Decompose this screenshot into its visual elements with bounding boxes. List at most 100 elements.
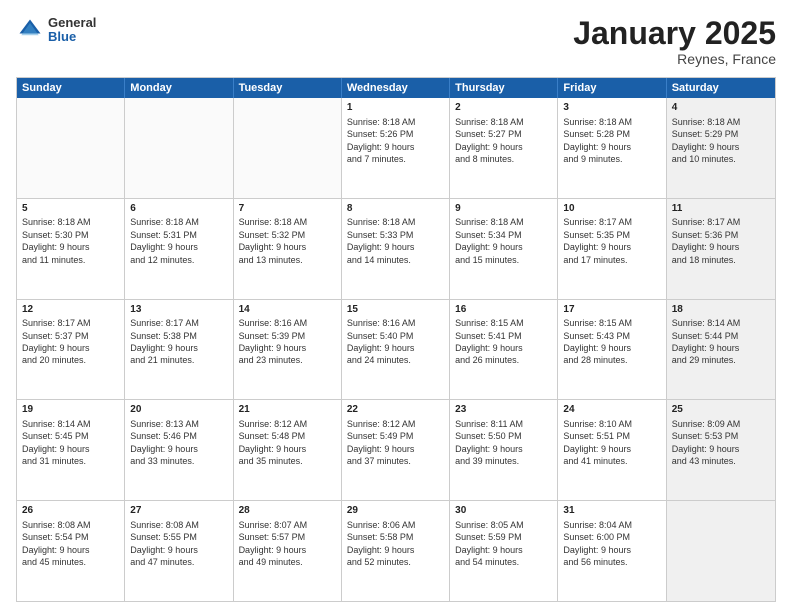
logo-icon [16, 16, 44, 44]
weekday-header: Sunday [17, 78, 125, 98]
cell-info: Sunrise: 8:12 AMSunset: 5:48 PMDaylight:… [239, 418, 336, 468]
cell-info: Sunrise: 8:18 AMSunset: 5:27 PMDaylight:… [455, 116, 552, 166]
calendar-cell: 17Sunrise: 8:15 AMSunset: 5:43 PMDayligh… [558, 300, 666, 400]
logo: General Blue [16, 16, 96, 45]
cell-info: Sunrise: 8:18 AMSunset: 5:33 PMDaylight:… [347, 216, 444, 266]
day-number: 25 [672, 403, 770, 417]
day-number: 12 [22, 303, 119, 317]
calendar-row: 12Sunrise: 8:17 AMSunset: 5:37 PMDayligh… [17, 299, 775, 400]
calendar-cell [17, 98, 125, 198]
calendar-cell: 11Sunrise: 8:17 AMSunset: 5:36 PMDayligh… [667, 199, 775, 299]
day-number: 31 [563, 504, 660, 518]
cell-info: Sunrise: 8:04 AMSunset: 6:00 PMDaylight:… [563, 519, 660, 569]
calendar-cell: 27Sunrise: 8:08 AMSunset: 5:55 PMDayligh… [125, 501, 233, 601]
calendar-cell: 21Sunrise: 8:12 AMSunset: 5:48 PMDayligh… [234, 400, 342, 500]
cell-info: Sunrise: 8:11 AMSunset: 5:50 PMDaylight:… [455, 418, 552, 468]
cell-info: Sunrise: 8:08 AMSunset: 5:54 PMDaylight:… [22, 519, 119, 569]
day-number: 13 [130, 303, 227, 317]
cell-info: Sunrise: 8:13 AMSunset: 5:46 PMDaylight:… [130, 418, 227, 468]
calendar-cell: 29Sunrise: 8:06 AMSunset: 5:58 PMDayligh… [342, 501, 450, 601]
day-number: 26 [22, 504, 119, 518]
weekday-header: Monday [125, 78, 233, 98]
weekday-header: Saturday [667, 78, 775, 98]
calendar-body: 1Sunrise: 8:18 AMSunset: 5:26 PMDaylight… [17, 98, 775, 601]
calendar-cell: 6Sunrise: 8:18 AMSunset: 5:31 PMDaylight… [125, 199, 233, 299]
cell-info: Sunrise: 8:14 AMSunset: 5:44 PMDaylight:… [672, 317, 770, 367]
calendar-cell: 23Sunrise: 8:11 AMSunset: 5:50 PMDayligh… [450, 400, 558, 500]
cell-info: Sunrise: 8:15 AMSunset: 5:43 PMDaylight:… [563, 317, 660, 367]
day-number: 9 [455, 202, 552, 216]
title-block: January 2025 Reynes, France [573, 16, 776, 67]
cell-info: Sunrise: 8:18 AMSunset: 5:26 PMDaylight:… [347, 116, 444, 166]
calendar-cell: 20Sunrise: 8:13 AMSunset: 5:46 PMDayligh… [125, 400, 233, 500]
calendar-cell: 26Sunrise: 8:08 AMSunset: 5:54 PMDayligh… [17, 501, 125, 601]
cell-info: Sunrise: 8:10 AMSunset: 5:51 PMDaylight:… [563, 418, 660, 468]
calendar-cell: 13Sunrise: 8:17 AMSunset: 5:38 PMDayligh… [125, 300, 233, 400]
calendar-cell: 7Sunrise: 8:18 AMSunset: 5:32 PMDaylight… [234, 199, 342, 299]
day-number: 23 [455, 403, 552, 417]
cell-info: Sunrise: 8:18 AMSunset: 5:32 PMDaylight:… [239, 216, 336, 266]
header: General Blue January 2025 Reynes, France [16, 16, 776, 67]
day-number: 30 [455, 504, 552, 518]
calendar-cell: 31Sunrise: 8:04 AMSunset: 6:00 PMDayligh… [558, 501, 666, 601]
day-number: 16 [455, 303, 552, 317]
day-number: 8 [347, 202, 444, 216]
weekday-header: Tuesday [234, 78, 342, 98]
weekday-header: Wednesday [342, 78, 450, 98]
cell-info: Sunrise: 8:18 AMSunset: 5:29 PMDaylight:… [672, 116, 770, 166]
cell-info: Sunrise: 8:12 AMSunset: 5:49 PMDaylight:… [347, 418, 444, 468]
calendar-row: 1Sunrise: 8:18 AMSunset: 5:26 PMDaylight… [17, 98, 775, 198]
day-number: 27 [130, 504, 227, 518]
cell-info: Sunrise: 8:08 AMSunset: 5:55 PMDaylight:… [130, 519, 227, 569]
calendar-cell [125, 98, 233, 198]
calendar-row: 5Sunrise: 8:18 AMSunset: 5:30 PMDaylight… [17, 198, 775, 299]
cell-info: Sunrise: 8:06 AMSunset: 5:58 PMDaylight:… [347, 519, 444, 569]
cell-info: Sunrise: 8:17 AMSunset: 5:35 PMDaylight:… [563, 216, 660, 266]
day-number: 5 [22, 202, 119, 216]
calendar-cell: 14Sunrise: 8:16 AMSunset: 5:39 PMDayligh… [234, 300, 342, 400]
weekday-header: Friday [558, 78, 666, 98]
calendar-header: SundayMondayTuesdayWednesdayThursdayFrid… [17, 78, 775, 98]
logo-blue-text: Blue [48, 30, 96, 44]
cell-info: Sunrise: 8:17 AMSunset: 5:37 PMDaylight:… [22, 317, 119, 367]
day-number: 29 [347, 504, 444, 518]
calendar-cell: 30Sunrise: 8:05 AMSunset: 5:59 PMDayligh… [450, 501, 558, 601]
calendar-cell: 1Sunrise: 8:18 AMSunset: 5:26 PMDaylight… [342, 98, 450, 198]
day-number: 14 [239, 303, 336, 317]
calendar-cell: 18Sunrise: 8:14 AMSunset: 5:44 PMDayligh… [667, 300, 775, 400]
calendar-cell: 3Sunrise: 8:18 AMSunset: 5:28 PMDaylight… [558, 98, 666, 198]
calendar-cell: 8Sunrise: 8:18 AMSunset: 5:33 PMDaylight… [342, 199, 450, 299]
cell-info: Sunrise: 8:17 AMSunset: 5:38 PMDaylight:… [130, 317, 227, 367]
calendar-cell: 2Sunrise: 8:18 AMSunset: 5:27 PMDaylight… [450, 98, 558, 198]
cell-info: Sunrise: 8:18 AMSunset: 5:30 PMDaylight:… [22, 216, 119, 266]
day-number: 19 [22, 403, 119, 417]
calendar-cell: 16Sunrise: 8:15 AMSunset: 5:41 PMDayligh… [450, 300, 558, 400]
day-number: 2 [455, 101, 552, 115]
calendar-cell: 28Sunrise: 8:07 AMSunset: 5:57 PMDayligh… [234, 501, 342, 601]
cell-info: Sunrise: 8:05 AMSunset: 5:59 PMDaylight:… [455, 519, 552, 569]
cell-info: Sunrise: 8:16 AMSunset: 5:40 PMDaylight:… [347, 317, 444, 367]
cell-info: Sunrise: 8:16 AMSunset: 5:39 PMDaylight:… [239, 317, 336, 367]
cell-info: Sunrise: 8:18 AMSunset: 5:28 PMDaylight:… [563, 116, 660, 166]
calendar-cell: 4Sunrise: 8:18 AMSunset: 5:29 PMDaylight… [667, 98, 775, 198]
calendar-cell: 10Sunrise: 8:17 AMSunset: 5:35 PMDayligh… [558, 199, 666, 299]
day-number: 11 [672, 202, 770, 216]
calendar: SundayMondayTuesdayWednesdayThursdayFrid… [16, 77, 776, 602]
day-number: 21 [239, 403, 336, 417]
day-number: 22 [347, 403, 444, 417]
day-number: 3 [563, 101, 660, 115]
month-title: January 2025 [573, 16, 776, 51]
calendar-cell: 25Sunrise: 8:09 AMSunset: 5:53 PMDayligh… [667, 400, 775, 500]
calendar-cell: 24Sunrise: 8:10 AMSunset: 5:51 PMDayligh… [558, 400, 666, 500]
day-number: 1 [347, 101, 444, 115]
calendar-cell: 5Sunrise: 8:18 AMSunset: 5:30 PMDaylight… [17, 199, 125, 299]
day-number: 28 [239, 504, 336, 518]
cell-info: Sunrise: 8:18 AMSunset: 5:34 PMDaylight:… [455, 216, 552, 266]
cell-info: Sunrise: 8:09 AMSunset: 5:53 PMDaylight:… [672, 418, 770, 468]
day-number: 7 [239, 202, 336, 216]
day-number: 6 [130, 202, 227, 216]
cell-info: Sunrise: 8:18 AMSunset: 5:31 PMDaylight:… [130, 216, 227, 266]
calendar-row: 26Sunrise: 8:08 AMSunset: 5:54 PMDayligh… [17, 500, 775, 601]
page: General Blue January 2025 Reynes, France… [0, 0, 792, 612]
cell-info: Sunrise: 8:15 AMSunset: 5:41 PMDaylight:… [455, 317, 552, 367]
